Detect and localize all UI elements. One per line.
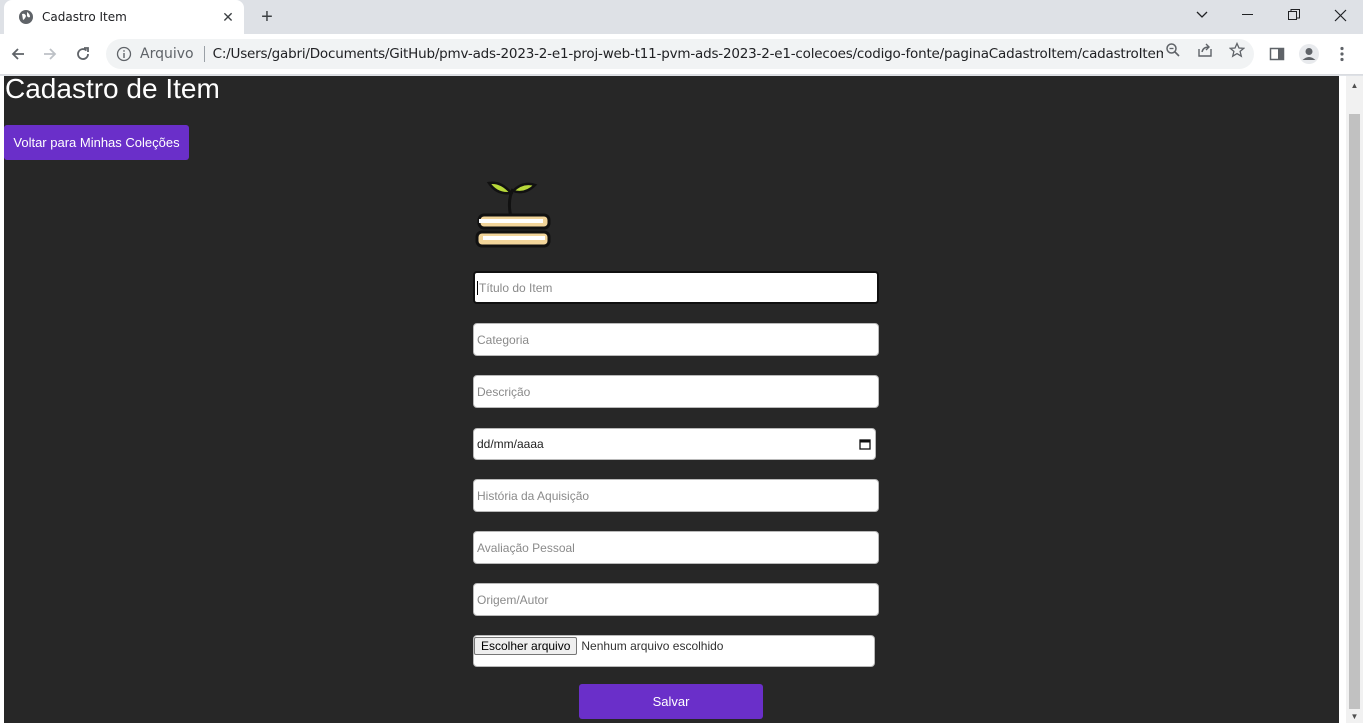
address-divider (203, 46, 205, 62)
minimize-icon[interactable] (1225, 0, 1271, 30)
forward-arrow-icon[interactable] (36, 40, 64, 68)
file-status-text: Nenhum arquivo escolhido (581, 639, 724, 653)
acquisition-story-input[interactable]: História da Aquisição (473, 479, 879, 512)
books-sprout-logo-icon (475, 181, 551, 248)
description-input[interactable]: Descrição (473, 375, 879, 408)
scroll-down-arrow-icon[interactable]: ▼ (1346, 709, 1363, 723)
bookmark-star-icon[interactable] (1228, 41, 1246, 59)
origin-author-input[interactable]: Origem/Autor (473, 583, 879, 616)
file-upload-field: Escolher arquivo Nenhum arquivo escolhid… (473, 635, 875, 667)
reload-icon[interactable] (69, 40, 97, 68)
page-title: Cadastro de Item (5, 76, 220, 104)
address-bar[interactable]: Arquivo C:/Users/gabri/Documents/GitHub/… (106, 39, 1254, 69)
menu-kebab-icon[interactable] (1328, 40, 1356, 68)
close-tab-icon[interactable]: ✕ (218, 7, 238, 27)
side-panel-icon[interactable] (1263, 40, 1291, 68)
personal-rating-input[interactable]: Avaliação Pessoal (473, 531, 879, 564)
tab-title: Cadastro Item (42, 10, 127, 24)
category-input[interactable]: Categoria (473, 323, 879, 356)
save-button[interactable]: Salvar (579, 684, 763, 719)
calendar-icon[interactable] (859, 438, 871, 450)
scroll-thumb[interactable] (1349, 114, 1360, 709)
tab-search-icon[interactable] (1179, 0, 1225, 30)
browser-toolbar: Arquivo C:/Users/gabri/Documents/GitHub/… (0, 34, 1363, 75)
browser-viewport: Cadastro de Item Voltar para Minhas Cole… (0, 76, 1363, 723)
address-scheme: Arquivo (140, 46, 194, 62)
restore-icon[interactable] (1271, 0, 1317, 30)
acquisition-date-input[interactable]: dd/mm/aaaa (473, 428, 876, 460)
item-title-input[interactable]: Título do Item (473, 271, 879, 304)
tab-strip: Cadastro Item ✕ + (0, 0, 1363, 34)
close-window-icon[interactable] (1317, 0, 1363, 30)
date-placeholder: dd/mm/aaaa (477, 437, 544, 451)
new-tab-icon[interactable]: + (255, 5, 279, 29)
back-to-collections-button[interactable]: Voltar para Minhas Coleções (4, 125, 189, 160)
address-url[interactable]: C:/Users/gabri/Documents/GitHub/pmv-ads-… (213, 46, 1163, 62)
globe-icon (19, 10, 33, 24)
zoom-icon[interactable] (1164, 41, 1182, 59)
choose-file-button[interactable]: Escolher arquivo (474, 637, 578, 655)
page-body: Cadastro de Item Voltar para Minhas Cole… (4, 76, 1339, 723)
info-icon[interactable] (116, 46, 132, 62)
share-icon[interactable] (1196, 41, 1214, 59)
vertical-scrollbar[interactable]: ▲ ▼ (1346, 76, 1363, 723)
browser-tab[interactable]: Cadastro Item ✕ (4, 0, 244, 34)
back-arrow-icon[interactable] (4, 40, 32, 68)
profile-avatar-icon[interactable] (1295, 40, 1323, 68)
scroll-up-arrow-icon[interactable]: ▲ (1346, 78, 1363, 92)
